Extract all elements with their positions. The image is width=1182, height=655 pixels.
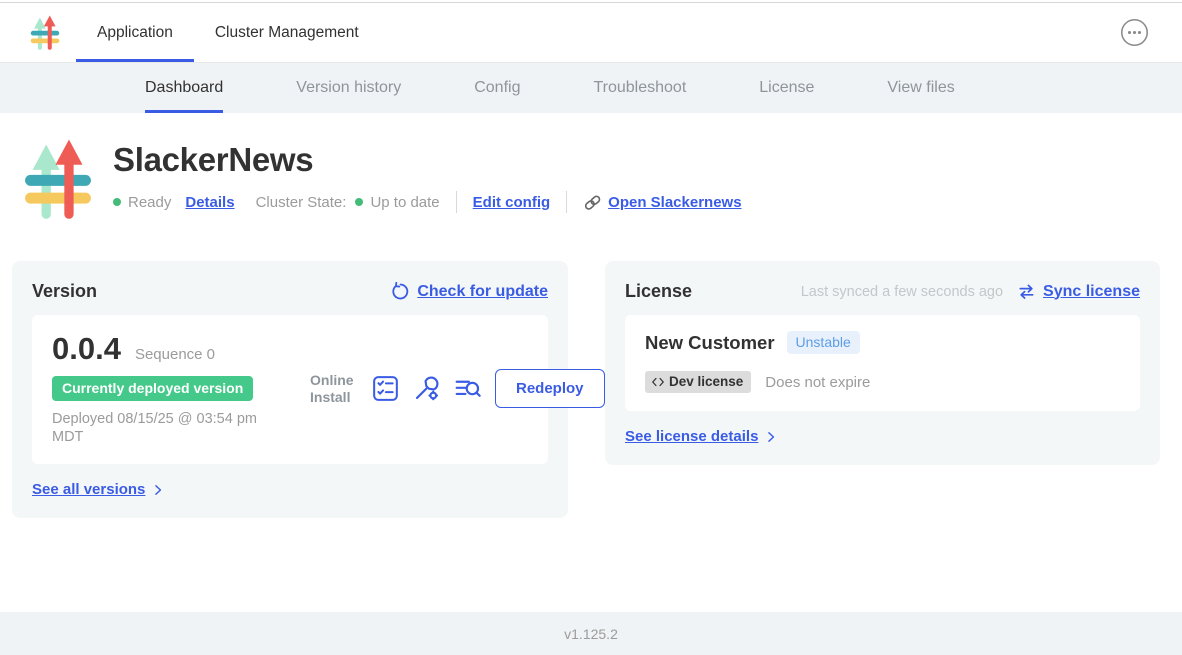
code-icon — [651, 375, 665, 389]
brand-logo — [28, 3, 62, 62]
check-for-update-link[interactable]: Check for update — [417, 283, 548, 301]
deployed-timestamp: Deployed 08/15/25 @ 03:54 pm MDT — [52, 410, 290, 446]
app-sub-navigation: Dashboard Version history Config Trouble… — [0, 63, 1182, 113]
edit-config-icon[interactable] — [413, 375, 440, 402]
slackernews-logo-icon — [28, 14, 62, 52]
chevron-right-icon — [764, 430, 778, 444]
version-card: Version Check for update 0.0.4 Sequence — [12, 261, 568, 518]
license-card-title: License — [625, 281, 692, 302]
tab-application[interactable]: Application — [76, 3, 194, 62]
page-title: SlackerNews — [113, 141, 742, 179]
chain-link-icon — [583, 193, 602, 212]
admin-console-page: Application Cluster Management Dashboard… — [0, 0, 1182, 655]
license-expiry: Does not expire — [765, 374, 870, 391]
console-version: v1.125.2 — [564, 626, 618, 642]
license-details-panel: New Customer Unstable Dev license Does n… — [625, 315, 1140, 411]
topnav-spacer — [380, 3, 1120, 62]
sequence-label: Sequence 0 — [135, 346, 215, 363]
license-type-label: Dev license — [669, 374, 743, 389]
sync-license-link[interactable]: Sync license — [1043, 283, 1140, 301]
see-all-versions-link[interactable]: See all versions — [32, 481, 145, 498]
chevron-right-icon — [151, 483, 165, 497]
dashboard-cards: Version Check for update 0.0.4 Sequence — [12, 261, 1160, 518]
install-type-label: Online Install — [310, 372, 358, 406]
cluster-state-dot — [355, 198, 363, 206]
customer-name: New Customer — [645, 332, 775, 354]
app-logo — [20, 135, 96, 230]
ellipsis-circle-icon — [1120, 18, 1149, 47]
tab-dashboard[interactable]: Dashboard — [145, 63, 223, 113]
open-app-label: Open Slackernews — [608, 194, 741, 211]
tab-config[interactable]: Config — [474, 63, 520, 113]
preflight-checks-icon[interactable] — [372, 375, 399, 402]
console-footer: v1.125.2 — [0, 612, 1182, 655]
license-card: License Last synced a few seconds ago Sy… — [605, 261, 1160, 465]
tab-version-history[interactable]: Version history — [296, 63, 401, 113]
overflow-menu-button[interactable] — [1120, 3, 1149, 62]
divider — [566, 191, 567, 213]
top-navigation: Application Cluster Management — [0, 3, 1182, 63]
license-type-badge: Dev license — [645, 371, 751, 393]
app-header: SlackerNews Ready Details Cluster State:… — [20, 135, 1182, 230]
redeploy-button[interactable]: Redeploy — [495, 369, 605, 408]
version-number: 0.0.4 — [52, 331, 121, 367]
current-version-panel: 0.0.4 Sequence 0 Currently deployed vers… — [32, 315, 548, 464]
tab-troubleshoot[interactable]: Troubleshoot — [593, 63, 686, 113]
edit-config-link[interactable]: Edit config — [473, 194, 551, 211]
slackernews-app-icon — [20, 135, 96, 225]
app-status-dot — [113, 198, 121, 206]
dashboard-main: SlackerNews Ready Details Cluster State:… — [0, 113, 1182, 612]
deployed-status-badge: Currently deployed version — [52, 376, 253, 401]
version-card-title: Version — [32, 281, 97, 302]
view-logs-icon[interactable] — [454, 375, 481, 402]
open-app-link[interactable]: Open Slackernews — [583, 193, 741, 212]
app-status-row: Ready Details Cluster State: Up to date … — [113, 191, 742, 213]
tab-view-files[interactable]: View files — [887, 63, 954, 113]
details-link[interactable]: Details — [185, 194, 234, 211]
sync-arrows-icon — [1017, 282, 1036, 301]
see-license-details-link[interactable]: See license details — [625, 428, 758, 445]
cluster-state-value: Up to date — [370, 194, 439, 211]
app-status-text: Ready — [128, 194, 171, 211]
divider — [456, 191, 457, 213]
tab-license[interactable]: License — [759, 63, 814, 113]
tab-cluster-management[interactable]: Cluster Management — [194, 3, 380, 62]
refresh-icon — [391, 282, 410, 301]
channel-badge: Unstable — [787, 331, 860, 354]
topnav-tabs: Application Cluster Management — [76, 3, 380, 62]
last-synced-text: Last synced a few seconds ago — [801, 284, 1003, 300]
cluster-state-label: Cluster State: — [256, 194, 347, 211]
